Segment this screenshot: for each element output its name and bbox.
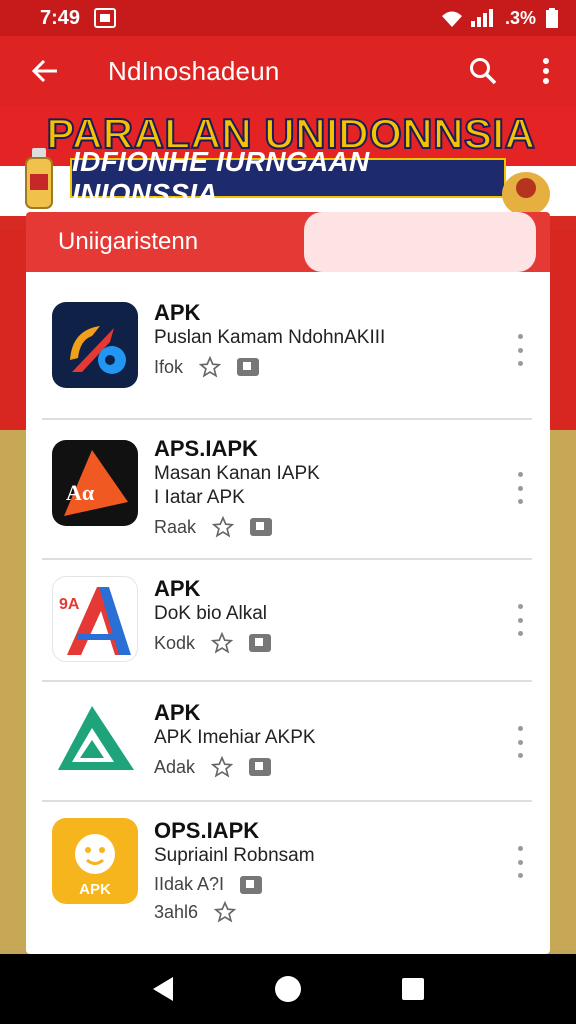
app-desc: APK Imehiar AKPK (154, 727, 316, 748)
list-item-5[interactable]: OPS.IAPK Supriainl Robnsam IIdak A?I 3ah… (154, 818, 315, 923)
item-more-button[interactable] (508, 842, 532, 882)
overflow-menu-button[interactable] (516, 36, 576, 106)
app-desc: DoK bio Alkal (154, 603, 268, 624)
search-icon (470, 58, 497, 85)
signal-icon (470, 9, 495, 27)
status-time: 7:49 (40, 6, 81, 29)
meta-text: Kodk (154, 632, 196, 653)
card-search-field[interactable] (304, 212, 536, 272)
divider (42, 418, 532, 420)
app-desc: Puslan Kamam NdohnAKIII (154, 327, 386, 348)
search-button[interactable] (450, 36, 516, 106)
app-name: APK (154, 576, 201, 601)
tag-icon (237, 358, 260, 376)
flag-stripe-right (546, 230, 576, 950)
app-icon-2-label: Aα (66, 480, 95, 505)
app-name: APK (154, 700, 201, 725)
app-desc-2: I Iatar APK (154, 487, 245, 508)
nav-back-icon (152, 977, 173, 1001)
meta-row: Adak (154, 756, 316, 778)
nav-home-button[interactable] (268, 969, 308, 1009)
meta-text: Ifok (154, 356, 184, 377)
app-desc: Masan Kanan IAPK (154, 463, 320, 484)
meta-row: Kodk (154, 632, 272, 654)
list-item-3[interactable]: APK DoK bio Alkal Kodk (154, 576, 272, 654)
meta-row: Raak (154, 516, 320, 538)
divider (42, 680, 532, 682)
star-icon (211, 756, 234, 778)
app-name: OPS.IAPK (154, 818, 260, 843)
meta-row: Ifok (154, 356, 385, 378)
app-list-card: Uniigaristenn APK Puslan Kamam NdohnAKII… (26, 212, 550, 954)
item-more-button[interactable] (508, 330, 532, 370)
app-title: NdInoshadeun (108, 55, 280, 86)
nav-recents-button[interactable] (393, 969, 433, 1009)
meta-extra: 3ahl6 (154, 901, 199, 922)
tag-icon (249, 758, 272, 776)
battery-text: .3% (504, 7, 536, 28)
tag-icon (250, 518, 273, 536)
item-more-button[interactable] (508, 468, 532, 508)
card-header: Uniigaristenn (26, 212, 550, 272)
divider (42, 558, 532, 560)
system-nav-bar (0, 954, 576, 1024)
app-icon-5-label: APK (79, 881, 111, 898)
bottle-decoration-icon (25, 148, 53, 209)
back-arrow-icon (32, 60, 57, 82)
app-icon-1[interactable] (52, 302, 138, 388)
star-icon (199, 356, 222, 378)
app-name: APS.IAPK (154, 436, 258, 461)
star-icon (212, 516, 235, 538)
app-icon-4[interactable] (52, 700, 138, 786)
status-right: .3% (441, 8, 558, 29)
back-button[interactable] (0, 36, 90, 106)
app-icon-5[interactable]: APK (52, 818, 138, 904)
gift-decoration-icon (502, 172, 550, 216)
meta-row-2: 3ahl6 (154, 901, 315, 923)
card-header-label: Uniigaristenn (58, 228, 199, 255)
app-icon-3-label: 9A (59, 596, 80, 613)
list-item-2[interactable]: APS.IAPK Masan Kanan IAPK I Iatar APK Ra… (154, 436, 320, 538)
star-icon (214, 901, 237, 923)
nav-back-button[interactable] (143, 969, 183, 1009)
item-more-button[interactable] (508, 722, 532, 762)
item-more-button[interactable] (508, 600, 532, 640)
nav-home-icon (274, 976, 301, 1002)
meta-text: IIdak A?I (154, 874, 225, 894)
meta-text: Raak (154, 516, 197, 537)
app-desc: Supriainl Robnsam (154, 845, 315, 866)
nav-recents-icon (402, 978, 425, 1000)
notification-icon (94, 8, 117, 28)
meta-text: Adak (154, 756, 196, 777)
meta-row: IIdak A?I (154, 874, 315, 895)
status-bar: 7:49 .3% (0, 0, 576, 36)
tag-icon (249, 634, 272, 652)
divider (42, 800, 532, 802)
battery-icon (546, 8, 558, 28)
more-vert-icon (543, 58, 549, 84)
app-icon-3[interactable]: 9A (52, 576, 138, 662)
app-icon-2[interactable]: Aα (52, 440, 138, 526)
tag-icon (240, 875, 263, 894)
app-bar: NdInoshadeun (0, 36, 576, 106)
wifi-icon (441, 10, 462, 27)
star-icon (211, 632, 234, 654)
list-item-4[interactable]: APK APK Imehiar AKPK Adak (154, 700, 316, 778)
list-item-1[interactable]: APK Puslan Kamam NdohnAKIII Ifok (154, 300, 385, 378)
banner-subtitle: IDFIONHE IURNGAAN INIONSSIA (70, 146, 506, 209)
app-name: APK (154, 300, 201, 325)
